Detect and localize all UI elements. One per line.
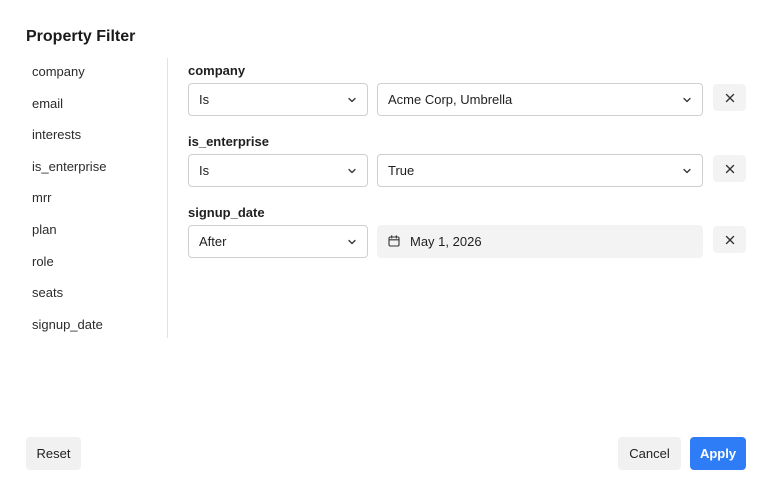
operator-value: After <box>199 234 227 249</box>
property-item-company[interactable]: company <box>26 58 157 90</box>
close-icon <box>725 235 734 244</box>
value-text: True <box>388 163 415 178</box>
operator-select[interactable]: Is <box>188 83 368 116</box>
property-item-seats[interactable]: seats <box>26 279 157 311</box>
filter-label: is_enterprise <box>188 134 269 149</box>
operator-select[interactable]: After <box>188 225 368 258</box>
operator-value: Is <box>199 92 210 107</box>
remove-filter-button[interactable] <box>713 155 746 182</box>
close-icon <box>725 164 734 173</box>
date-value: May 1, 2026 <box>410 234 482 249</box>
property-item-email[interactable]: email <box>26 90 157 122</box>
chevron-down-icon <box>348 168 356 174</box>
filter-row: Is Acme Corp, Umbrella <box>188 83 748 116</box>
remove-filter-button[interactable] <box>713 84 746 111</box>
property-item-role[interactable]: role <box>26 248 157 280</box>
close-icon <box>725 93 734 102</box>
value-text: Acme Corp, Umbrella <box>388 92 513 107</box>
property-item-plan[interactable]: plan <box>26 216 157 248</box>
property-list: company email interests is_enterprise mr… <box>26 58 168 338</box>
remove-filter-button[interactable] <box>713 226 746 253</box>
filter-company: company Is Acme Corp, Umbrella <box>188 62 748 133</box>
calendar-icon <box>388 235 400 247</box>
filter-label: signup_date <box>188 205 265 220</box>
property-item-interests[interactable]: interests <box>26 121 157 153</box>
operator-select[interactable]: Is <box>188 154 368 187</box>
filter-list: company Is Acme Corp, Umbrella is_enterp… <box>188 62 748 275</box>
chevron-down-icon <box>348 97 356 103</box>
value-select[interactable]: True <box>377 154 703 187</box>
filter-label: company <box>188 63 246 78</box>
filter-row: After May 1, 2026 <box>188 225 748 258</box>
filter-signup-date: signup_date After May 1, 2026 <box>188 204 748 275</box>
property-item-signup-date[interactable]: signup_date <box>26 311 157 343</box>
reset-button[interactable]: Reset <box>26 437 81 470</box>
apply-button[interactable]: Apply <box>690 437 746 470</box>
value-select[interactable]: Acme Corp, Umbrella <box>377 83 703 116</box>
cancel-button[interactable]: Cancel <box>618 437 681 470</box>
date-picker-field[interactable]: May 1, 2026 <box>377 225 703 258</box>
property-item-is-enterprise[interactable]: is_enterprise <box>26 153 157 185</box>
chevron-down-icon <box>348 239 356 245</box>
property-item-mrr[interactable]: mrr <box>26 184 157 216</box>
operator-value: Is <box>199 163 210 178</box>
filter-row: Is True <box>188 154 748 187</box>
chevron-down-icon <box>683 97 691 103</box>
dialog-title: Property Filter <box>26 28 136 45</box>
chevron-down-icon <box>683 168 691 174</box>
filter-is-enterprise: is_enterprise Is True <box>188 133 748 204</box>
